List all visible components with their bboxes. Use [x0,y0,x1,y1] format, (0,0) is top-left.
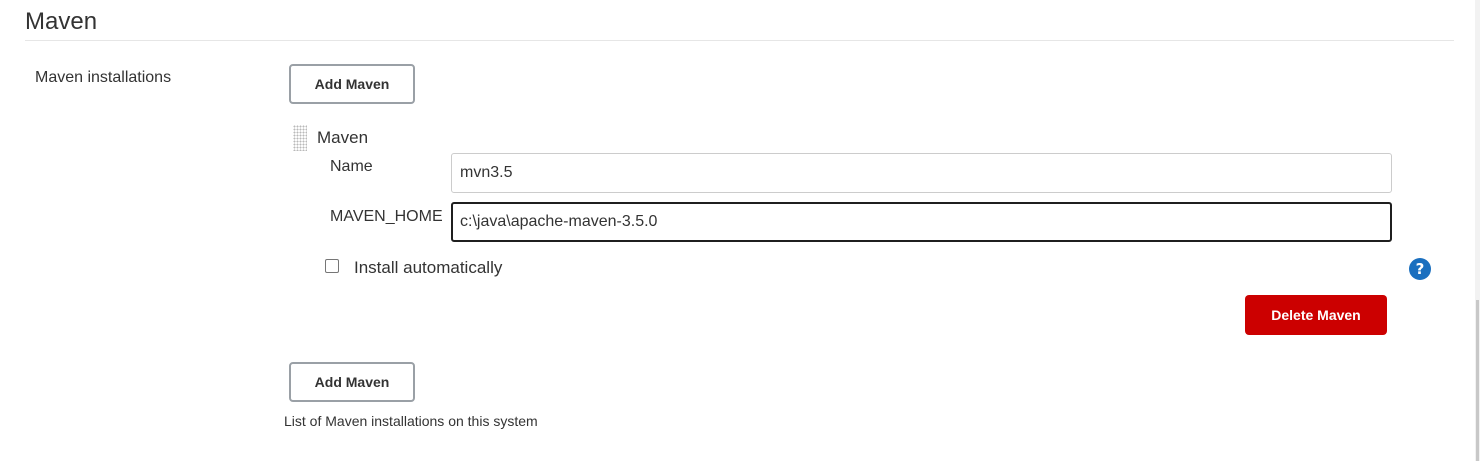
add-maven-button-top[interactable]: Add Maven [289,64,415,104]
maven-installations-label: Maven installations [35,69,172,86]
add-maven-button-bottom[interactable]: Add Maven [289,362,415,402]
drag-handle-icon[interactable] [293,125,307,151]
maven-home-label: MAVEN_HOME [330,208,443,225]
name-input[interactable]: mvn3.5 [451,153,1392,193]
scrollbar-thumb[interactable] [1476,300,1479,461]
install-automatically-checkbox[interactable] [325,259,339,273]
delete-maven-button[interactable]: Delete Maven [1245,295,1387,335]
question-mark-icon[interactable]: ? [1409,258,1431,280]
install-automatically-label[interactable]: Install automatically [354,257,502,279]
scrollbar[interactable] [1475,0,1480,461]
installation-title: Maven [317,128,369,147]
maven-home-input[interactable]: c:\java\apache-maven-3.5.0 [451,202,1392,242]
section-title: Maven [25,8,98,35]
name-label: Name [330,158,373,175]
section-divider [25,40,1454,41]
maven-config-panel: Maven Maven installations Add Maven Mave… [0,0,1475,461]
installations-description: List of Maven installations on this syst… [284,413,538,429]
